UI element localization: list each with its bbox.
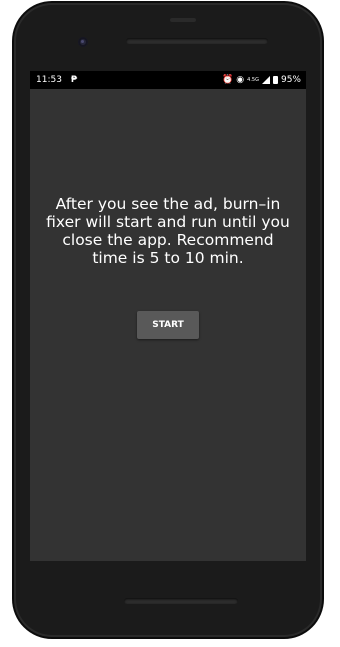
top-sensor — [170, 18, 196, 22]
network-type-label: 4.5G — [247, 77, 259, 83]
hotspot-icon: ◉ — [236, 75, 245, 85]
start-button[interactable]: START — [137, 311, 199, 339]
status-time: 11:53 — [36, 75, 62, 85]
bottom-speaker — [124, 598, 238, 604]
battery-icon — [272, 76, 278, 84]
alarm-icon: ⏰ — [222, 75, 234, 85]
earpiece-speaker — [126, 38, 268, 44]
status-right: ⏰ ◉ 4.5G 95% — [222, 71, 301, 89]
front-camera-icon — [78, 37, 88, 47]
signal-icon — [261, 76, 270, 84]
battery-percent: 95% — [280, 75, 301, 85]
instruction-message: After you see the ad, burn–in fixer will… — [46, 195, 290, 267]
status-left: 11:53 ₱ — [36, 71, 83, 89]
app-screen: After you see the ad, burn–in fixer will… — [30, 89, 306, 561]
p-notification-icon: ₱ — [70, 75, 78, 85]
status-bar: 11:53 ₱ ⏰ ◉ 4.5G 95% — [30, 71, 306, 89]
